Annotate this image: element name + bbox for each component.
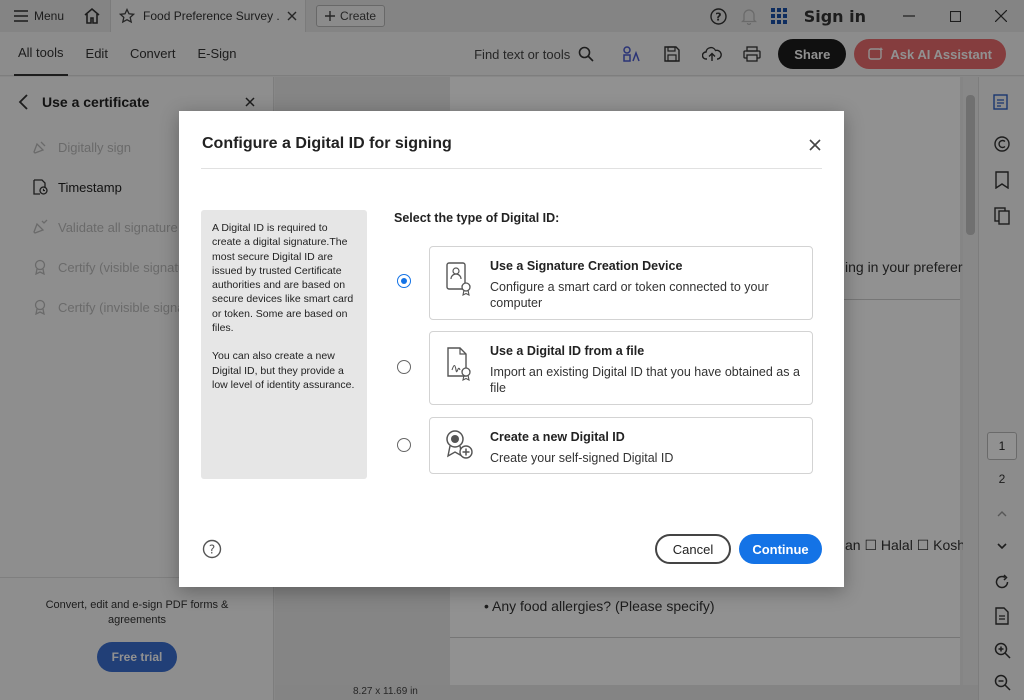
- option-description: Create your self-signed Digital ID: [490, 451, 674, 465]
- radio-new-digital-id[interactable]: [397, 438, 411, 452]
- dialog-help-icon[interactable]: ?: [202, 539, 222, 559]
- option-description: Import an existing Digital ID that you h…: [490, 365, 800, 395]
- certificate-file-icon: [447, 347, 471, 381]
- dialog-title: Configure a Digital ID for signing: [202, 135, 452, 152]
- select-type-label: Select the type of Digital ID:: [394, 211, 560, 225]
- continue-button[interactable]: Continue: [739, 534, 822, 564]
- option-new-digital-id[interactable]: Create a new Digital ID Create your self…: [429, 417, 813, 474]
- close-dialog-icon[interactable]: [807, 137, 823, 153]
- info-panel: A Digital ID is required to create a dig…: [201, 210, 367, 479]
- option-title: Use a Digital ID from a file: [490, 344, 645, 358]
- option-title: Use a Signature Creation Device: [490, 259, 683, 273]
- svg-text:?: ?: [209, 543, 215, 557]
- option-digital-id-file[interactable]: Use a Digital ID from a file Import an e…: [429, 331, 813, 405]
- option-title: Create a new Digital ID: [490, 430, 625, 444]
- info-paragraph: You can also create a new Digital ID, bu…: [212, 350, 355, 391]
- new-certificate-icon: [446, 430, 473, 459]
- id-card-icon: [446, 262, 471, 296]
- cancel-button[interactable]: Cancel: [655, 534, 731, 564]
- info-paragraph: A Digital ID is required to create a dig…: [212, 222, 354, 335]
- option-signature-device[interactable]: Use a Signature Creation Device Configur…: [429, 246, 813, 320]
- configure-digital-id-dialog: Configure a Digital ID for signing A Dig…: [179, 111, 844, 587]
- radio-digital-id-file[interactable]: [397, 360, 411, 374]
- title-divider: [201, 168, 822, 169]
- radio-signature-device[interactable]: [397, 274, 411, 288]
- option-description: Configure a smart card or token connecte…: [490, 280, 769, 310]
